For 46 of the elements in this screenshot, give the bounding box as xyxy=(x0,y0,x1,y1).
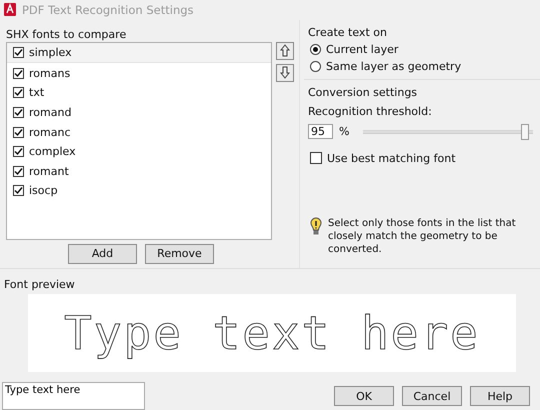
checkbox[interactable] xyxy=(13,68,24,79)
unit-label: % xyxy=(339,125,350,138)
radio-label: Same layer as geometry xyxy=(326,60,462,73)
font-name: txt xyxy=(29,86,44,100)
font-name: romand xyxy=(29,106,72,119)
font-name: romanc xyxy=(29,126,70,139)
radio-button[interactable] xyxy=(310,44,321,55)
slider-thumb[interactable] xyxy=(520,124,529,140)
checkbox[interactable] xyxy=(13,106,24,118)
group-label: Font preview xyxy=(4,278,76,291)
group-label: SHX fonts to compare xyxy=(6,28,128,41)
checkbox[interactable] xyxy=(13,146,24,158)
dialog-button[interactable]: Cancel xyxy=(402,386,462,406)
list-button[interactable]: Add xyxy=(68,244,137,264)
window-title: PDF Text Recognition Settings xyxy=(22,2,194,17)
threshold-field[interactable]: 95 xyxy=(308,124,333,140)
up-arrow-icon xyxy=(280,44,290,58)
checkbox[interactable] xyxy=(13,185,24,196)
threshold-label: Recognition threshold: xyxy=(308,104,433,118)
preview-text: Type text here xyxy=(64,306,480,360)
down-arrow-icon xyxy=(280,66,290,80)
font-name: isocp xyxy=(29,184,58,198)
font-name: complex xyxy=(29,145,76,158)
group-label: Conversion settings xyxy=(308,86,418,99)
dialog-button[interactable]: OK xyxy=(334,386,394,406)
lightbulb-icon xyxy=(310,217,322,237)
group-label: Create text on xyxy=(308,26,388,39)
checkbox[interactable] xyxy=(13,126,24,138)
radio-button[interactable] xyxy=(310,60,321,72)
checkbox[interactable] xyxy=(13,87,24,98)
checkbox[interactable] xyxy=(310,152,322,164)
move-down-button[interactable] xyxy=(276,64,294,82)
font-name: simplex xyxy=(29,46,72,60)
checkbox[interactable] xyxy=(13,47,24,58)
checkbox[interactable] xyxy=(13,166,24,177)
app-logo-icon xyxy=(4,3,16,16)
checkbox-label: Use best matching font xyxy=(327,152,456,165)
dialog-button[interactable]: Help xyxy=(470,386,530,406)
font-list-item[interactable]: simplex xyxy=(7,42,271,64)
tip-text: Select only those fonts in the list that closely match the geometry to be converted. xyxy=(328,217,517,256)
radio-label: Current layer xyxy=(326,42,398,56)
font-name: romans xyxy=(29,66,70,80)
move-up-button[interactable] xyxy=(276,42,294,60)
sample-text-field[interactable]: Type text here xyxy=(2,382,145,410)
font-name: romant xyxy=(29,164,69,178)
list-button[interactable]: Remove xyxy=(145,244,214,264)
